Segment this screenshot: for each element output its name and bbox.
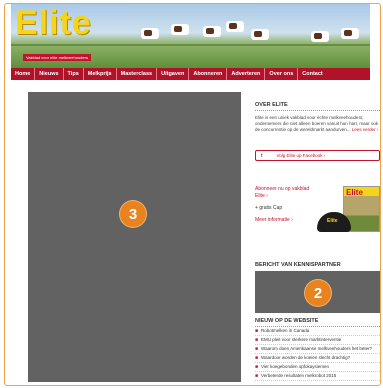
facebook-icon: f [261,153,263,158]
cow-image [203,26,221,37]
cow-image [311,31,329,42]
magazine-title: Elite [346,188,363,197]
news-item[interactable]: ■ Waardoor worden de koeien slecht dracht… [255,354,380,363]
site-header: Elite Vakblad voor elite melkveehouders [11,4,370,68]
cow-image [226,21,244,32]
about-heading: OVER ELITE [255,102,380,111]
nav-item-home[interactable]: Home [11,68,36,80]
partner-placeholder: 2 [255,271,380,313]
nav-item-contact[interactable]: Contact [298,68,326,80]
news-item-label: Verbeterde resultaten melkrobot 2015 [261,373,337,378]
partner-section: BERICHT VAN KENNISPARTNER [255,262,380,270]
about-more-link[interactable]: Lees verder › [352,127,379,132]
nav-item-tips[interactable]: Tips [64,68,84,80]
subscribe-promo: Abonneer nu op vakblad Elite › + gratis … [255,186,315,224]
news-item[interactable]: ■ Waarom doen Amerikaanse melkveehouders … [255,345,380,354]
partner-heading: BERICHT VAN KENNISPARTNER [255,262,341,268]
nav-item-abonneren[interactable]: Abonneren [189,68,228,80]
news-item[interactable]: ■ Vier koegebonden opfokaysiemen [255,363,380,372]
bullet-icon: ■ [255,328,259,334]
facebook-follow-label: Volg Elite op Facebook › [276,153,326,158]
cow-image [171,24,189,35]
nav-item-masterclass[interactable]: Masterclass [117,68,158,80]
news-item-label: Robotmelken in Canada [261,328,310,333]
news-item-label: Vier koegebonden opfokaysiemen [261,364,329,369]
field-horizon [11,44,370,46]
nav-item-over-ons[interactable]: Over ons [265,68,299,80]
nav-item-nieuws[interactable]: Nieuws [35,68,64,80]
main-nav: Home Nieuws Tips Melkprijs Masterclass U… [11,68,370,80]
news-item[interactable]: ■ EMU pleit voor sterkere marktinterventi… [255,336,380,345]
gift-text: + gratis Cap [255,205,283,211]
bullet-icon: ■ [255,346,259,352]
news-item-label: EMU pleit voor sterkere marktinterventie [261,337,342,342]
more-info-link[interactable]: Meer informatie › [255,217,315,224]
bullet-icon: ■ [255,337,259,343]
news-list: ■ Robotmelken in Canada ■ EMU pleit voor s… [255,327,380,381]
site-tagline: Vakblad voor elite melkveehouders [23,54,91,61]
news-item-label: Waardoor worden de koeien slecht drachti… [261,355,351,360]
about-text: Elite is een uniek vakblad voor échte me… [255,115,380,133]
main-content-placeholder: 3 [28,92,241,382]
nav-item-melkprijs[interactable]: Melkprijs [84,68,117,80]
cow-image [251,29,269,40]
bullet-icon: ■ [255,355,259,361]
placeholder-number-badge: 2 [305,280,331,306]
news-heading: NIEUW OP DE WEBSITE [255,318,380,327]
news-item-label: Waarom doen Amerikaanse melkveehouders h… [261,346,373,351]
about-section: OVER ELITE Elite is een uniek vakblad vo… [255,102,380,133]
nav-item-uitgaven[interactable]: Uitgaven [157,68,190,80]
bullet-icon: ■ [255,364,259,370]
news-section: NIEUW OP DE WEBSITE [255,318,380,327]
placeholder-number-badge: 3 [120,201,146,227]
cow-image [341,28,359,39]
subscribe-link[interactable]: Abonneer nu op vakblad Elite › [255,186,315,200]
news-item[interactable]: ■ Verbeterde resultaten melkrobot 2015 [255,372,380,381]
nav-item-adverteren[interactable]: Adverteren [227,68,266,80]
bullet-icon: ■ [255,373,259,379]
cow-image [141,28,159,39]
cap-logo-text: Elite [327,218,338,224]
facebook-follow-button[interactable]: f Volg Elite op Facebook › [255,150,380,161]
site-logo[interactable]: Elite [15,4,92,43]
news-item[interactable]: ■ Robotmelken in Canada [255,327,380,336]
